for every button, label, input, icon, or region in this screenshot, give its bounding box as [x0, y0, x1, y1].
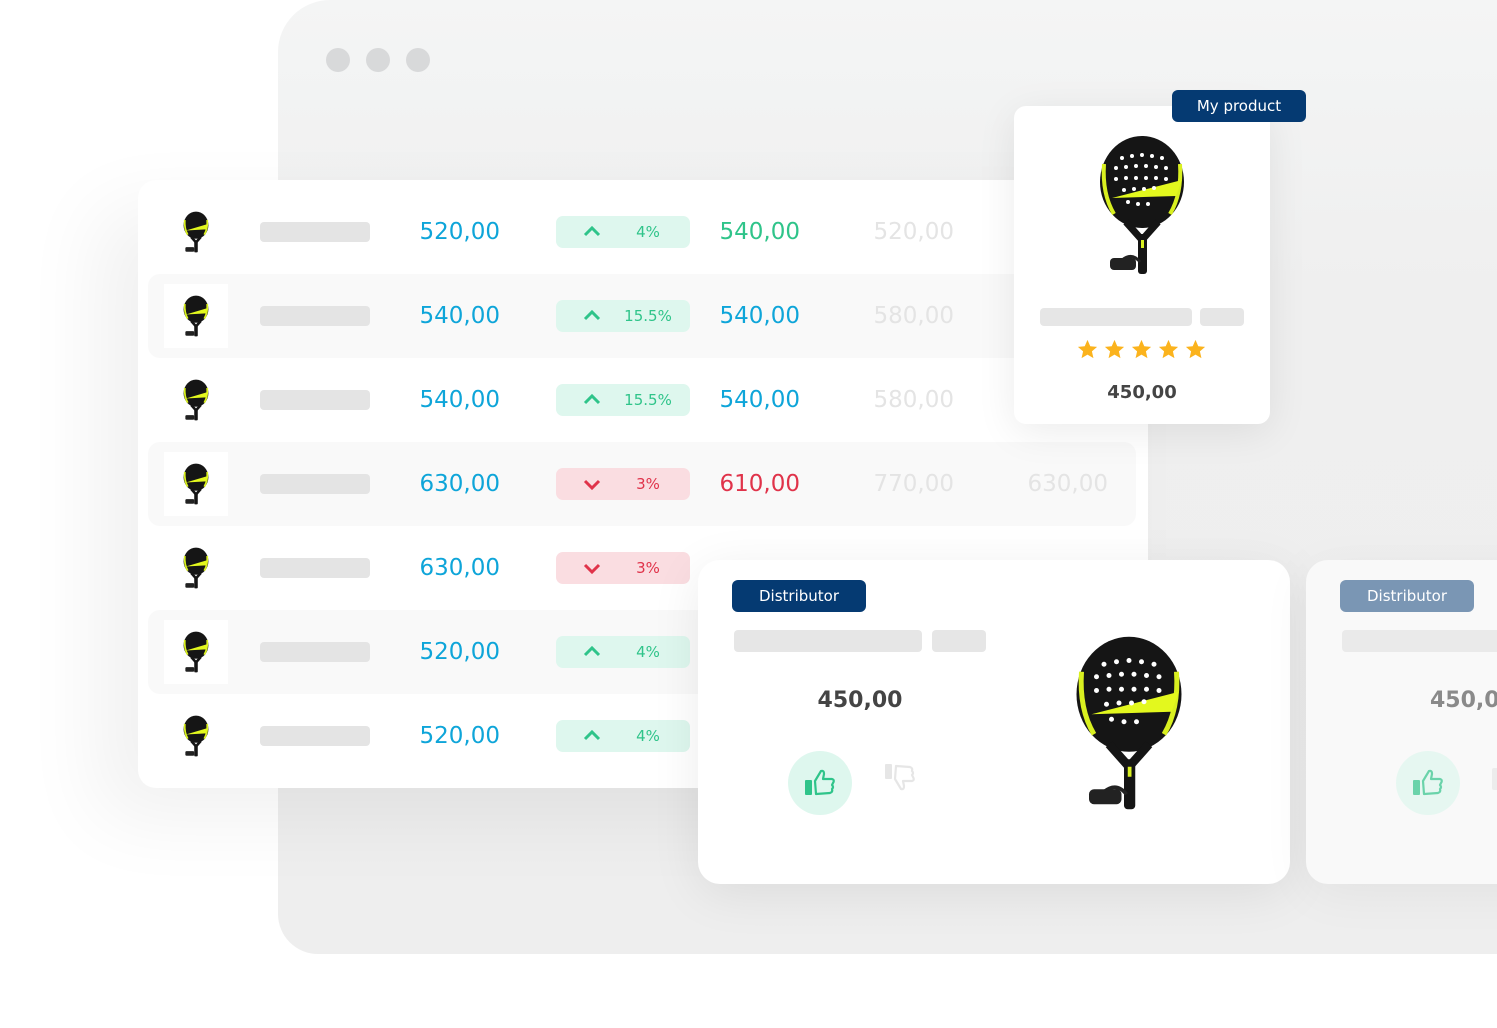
my-product-label: My product: [1172, 90, 1306, 122]
price-change-percent: 15.5%: [624, 307, 672, 325]
thumbs-down-icon: [885, 764, 915, 791]
star-icon: [1184, 338, 1207, 365]
competitor-price: 540,00: [719, 219, 800, 245]
price-change-badge: 15.5%: [556, 384, 690, 416]
table-row[interactable]: 540,00 15.5% 540,00 580,00: [148, 358, 1136, 442]
star-rating: [1076, 338, 1207, 365]
price-change-badge: 3%: [556, 468, 690, 500]
product-name-placeholder: [260, 474, 370, 494]
like-button[interactable]: [1396, 751, 1460, 815]
product-name-placeholder: [260, 558, 370, 578]
distributor-name-placeholder: [1342, 630, 1497, 652]
price-change-badge: 3%: [556, 552, 690, 584]
like-button[interactable]: [788, 751, 852, 815]
my-product-price: 450,00: [1107, 382, 1177, 403]
window-control-dot[interactable]: [326, 48, 350, 72]
product-thumbnail: [164, 452, 228, 516]
dislike-button[interactable]: [868, 751, 932, 815]
competitor-price: 540,00: [719, 303, 800, 329]
window-control-dot[interactable]: [406, 48, 430, 72]
product-name-placeholder: [260, 306, 370, 326]
product-name-placeholder: [1040, 308, 1192, 326]
table-row[interactable]: 540,00 15.5% 540,00 580,00: [148, 274, 1136, 358]
competitor-price-muted: 520,00: [873, 219, 954, 245]
my-price: 520,00: [419, 723, 500, 749]
distributor-card[interactable]: Distributor 450,00: [698, 560, 1290, 884]
price-change-percent: 4%: [636, 727, 660, 745]
padel-racket-image: [1098, 134, 1186, 280]
star-icon: [1076, 338, 1099, 365]
competitor-price-muted: 580,00: [873, 303, 954, 329]
price-change-badge: 4%: [556, 636, 690, 668]
my-price: 540,00: [419, 387, 500, 413]
price-change-percent: 4%: [636, 643, 660, 661]
my-product-card[interactable]: 450,00: [1014, 106, 1270, 424]
distributor-name-placeholder: [734, 630, 922, 652]
star-icon: [1130, 338, 1153, 365]
star-icon: [1157, 338, 1180, 365]
product-name-placeholder: [260, 642, 370, 662]
padel-racket-image: [1074, 634, 1184, 816]
table-row[interactable]: 630,00 3% 610,00 770,00 630,00: [148, 442, 1136, 526]
competitor-price-muted: 770,00: [873, 471, 954, 497]
product-thumbnail: [164, 536, 228, 600]
product-name-placeholder: [260, 390, 370, 410]
my-price: 630,00: [419, 555, 500, 581]
product-name-placeholder: [1200, 308, 1244, 326]
product-name-placeholder: [260, 726, 370, 746]
my-price: 540,00: [419, 303, 500, 329]
distributor-price: 450,00: [817, 688, 903, 713]
distributor-label: Distributor: [732, 580, 866, 612]
star-icon: [1103, 338, 1126, 365]
price-change-percent: 15.5%: [624, 391, 672, 409]
price-change-badge: 4%: [556, 720, 690, 752]
competitor-price-muted: 580,00: [873, 387, 954, 413]
price-change-badge: 15.5%: [556, 300, 690, 332]
price-change-percent: 4%: [636, 223, 660, 241]
product-thumbnail: [164, 200, 228, 264]
dislike-button[interactable]: [1492, 768, 1497, 790]
price-change-percent: 3%: [636, 559, 660, 577]
competitor-price: 610,00: [719, 471, 800, 497]
distributor-label: Distributor: [1340, 580, 1474, 612]
distributor-name-placeholder: [932, 630, 986, 652]
product-thumbnail: [164, 368, 228, 432]
price-change-badge: 4%: [556, 216, 690, 248]
competitor-price-muted: 630,00: [1027, 471, 1108, 497]
product-thumbnail: [164, 620, 228, 684]
competitor-price: 540,00: [719, 387, 800, 413]
distributor-card-secondary[interactable]: Distributor 450,00: [1306, 560, 1497, 884]
distributor-price: 450,00: [1430, 688, 1497, 713]
thumbs-up-icon: [1413, 769, 1443, 796]
product-name-placeholder: [260, 222, 370, 242]
my-price: 520,00: [419, 639, 500, 665]
price-change-percent: 3%: [636, 475, 660, 493]
my-price: 520,00: [419, 219, 500, 245]
my-price: 630,00: [419, 471, 500, 497]
product-thumbnail: [164, 704, 228, 768]
table-row[interactable]: 520,00 4% 540,00 520,00: [148, 190, 1136, 274]
window-control-dot[interactable]: [366, 48, 390, 72]
thumbs-up-icon: [805, 769, 835, 796]
product-thumbnail: [164, 284, 228, 348]
